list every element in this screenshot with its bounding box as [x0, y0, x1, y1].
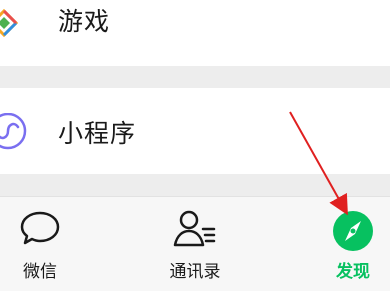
list-item-games[interactable]: 游戏	[0, 0, 390, 66]
compass-icon	[331, 209, 375, 257]
list-item-mini-programs[interactable]: 小程序	[0, 88, 390, 174]
tab-discover-label: 发现	[336, 262, 370, 282]
games-icon	[0, 5, 30, 45]
tab-chats[interactable]: 微信	[0, 197, 85, 291]
games-label: 游戏	[58, 7, 111, 36]
mini-programs-icon	[0, 112, 30, 153]
tab-contacts-label: 通讯录	[169, 262, 221, 282]
bottom-tab-bar: 微信 通讯录 发现	[0, 196, 390, 291]
contacts-icon	[171, 209, 219, 255]
tab-discover[interactable]: 发现	[308, 197, 390, 291]
mini-programs-label: 小程序	[58, 119, 137, 148]
tab-contacts[interactable]: 通讯录	[150, 197, 240, 291]
tab-chats-label: 微信	[23, 262, 57, 282]
chat-bubble-icon	[18, 209, 62, 253]
